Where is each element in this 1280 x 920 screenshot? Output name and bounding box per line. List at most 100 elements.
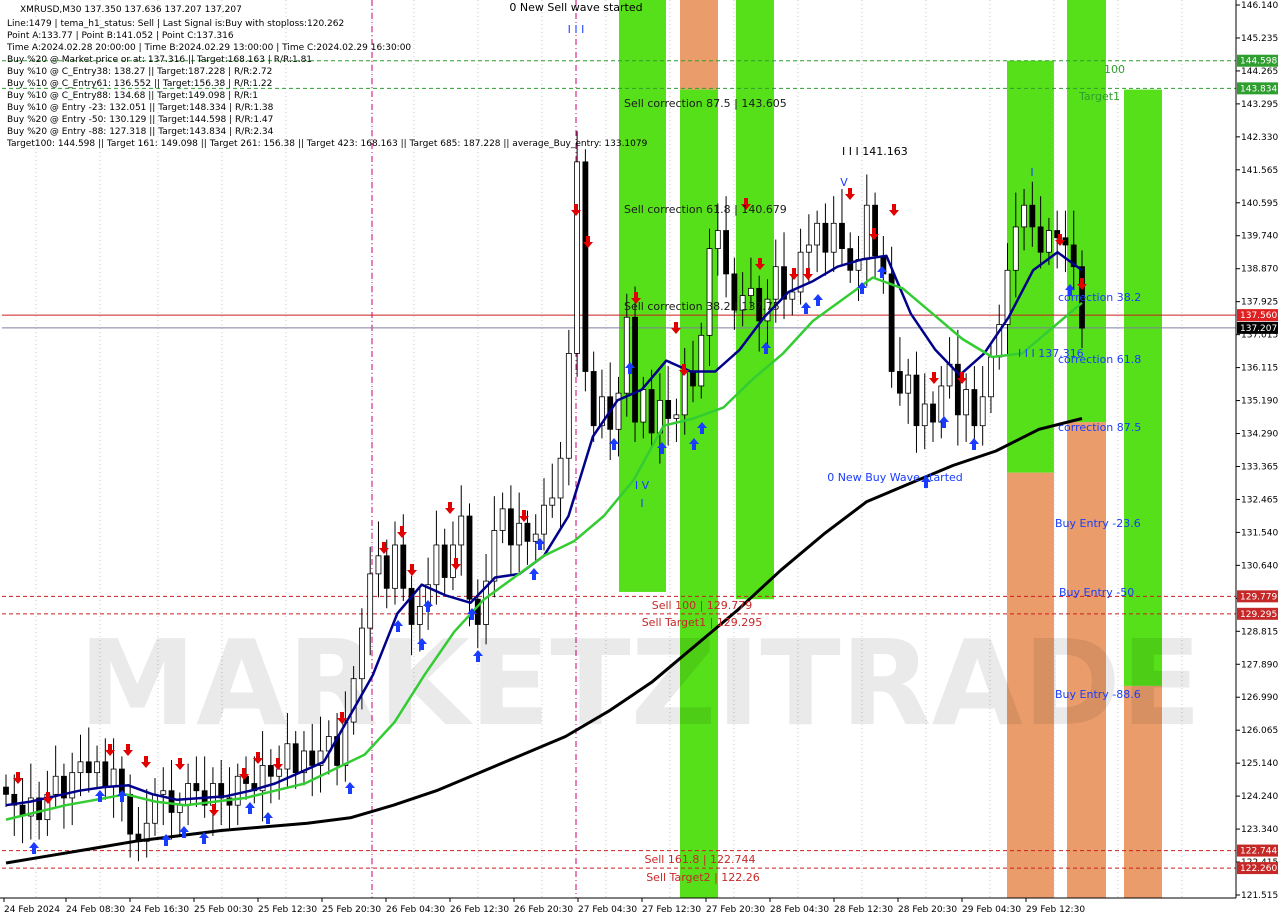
candle-bull <box>458 515 465 546</box>
time-tick-label: 26 Feb 04:30 <box>386 905 445 915</box>
candle-bull <box>499 508 506 531</box>
price-tick-label: 133.365 <box>1241 462 1278 472</box>
info-line: Line:1479 | tema_h1_status: Sell | Last … <box>7 19 344 29</box>
candle-bear <box>822 222 829 253</box>
sell-100-label: Sell 100 | 129.779 <box>652 599 753 612</box>
candle-bear <box>267 765 274 777</box>
candle-bear <box>1037 226 1044 253</box>
price-tick-label: 142.330 <box>1241 133 1278 143</box>
sell-correction-382-label: Sell correction 38.2 | 137.75 <box>624 300 780 313</box>
candle-bull <box>640 389 647 423</box>
price-badge-label: 129.779 <box>1240 592 1277 602</box>
price-tick-label: 144.265 <box>1241 67 1278 77</box>
new-sell-wave-label: 0 New Sell wave started <box>509 1 642 14</box>
sell-arrow-icon <box>209 804 219 816</box>
candle-bull <box>698 334 705 387</box>
candle-bear <box>400 544 407 589</box>
info-line: Buy %10 @ C_Entry88: 134.68 || Target:14… <box>7 91 258 101</box>
price-tick-label: 138.870 <box>1241 265 1278 275</box>
sell-correction-875-label: Sell correction 87.5 | 143.605 <box>624 97 787 110</box>
sell-arrow-icon <box>397 526 407 538</box>
price-tick-label: 127.890 <box>1241 660 1278 670</box>
price-tick-label: 137.925 <box>1241 298 1278 308</box>
time-tick-label: 26 Feb 20:30 <box>514 905 573 915</box>
buy-arrow-icon <box>245 802 255 814</box>
price-tick-label: 123.340 <box>1241 825 1278 835</box>
price-tick-label: 131.540 <box>1241 528 1278 538</box>
candle-bull <box>359 627 365 680</box>
sell-arrow-icon <box>141 756 151 768</box>
candle-bear <box>590 371 597 427</box>
candle-bull <box>748 287 754 296</box>
buy-arrow-icon <box>29 842 39 854</box>
sell-arrow-icon <box>789 268 799 280</box>
price-badge-label: 122.744 <box>1240 847 1277 857</box>
price-chart[interactable]: MARKETZITRADE 0 New Sell wave started I I… <box>0 0 1280 920</box>
sell-correction-618-label: Sell correction 61.8 | 140.679 <box>624 203 787 216</box>
candle-bull <box>350 678 357 723</box>
candle-bull <box>988 356 994 398</box>
buy-entry-88-label: Buy Entry -88.6 <box>1055 688 1141 701</box>
candle-bull <box>392 544 398 589</box>
sell-wave-marker: I I I <box>568 23 585 36</box>
candle-bull <box>433 544 440 586</box>
price-badge-label: 129.295 <box>1240 610 1277 620</box>
info-line: Point A:133.77 | Point B:141.052 | Point… <box>7 31 234 41</box>
time-tick-label: 29 Feb 04:30 <box>962 905 1021 915</box>
sell-arrow-icon <box>445 502 455 514</box>
info-line: Buy %10 @ Entry -23: 132.051 || Target:1… <box>7 103 274 113</box>
time-tick-label: 28 Feb 04:30 <box>770 905 829 915</box>
candle-bull <box>532 533 539 542</box>
candle-bear <box>723 230 729 275</box>
candle-bull <box>77 761 84 774</box>
time-tick-label: 25 Feb 12:30 <box>258 905 317 915</box>
price-axis: 146.140 145.235 144.265 143.295 142.330 141.5… <box>1235 0 1280 920</box>
candle-bear <box>847 248 854 271</box>
info-line: Buy %20 @ Market price or at: 137.316 ||… <box>7 55 312 65</box>
candle-bull <box>234 775 241 806</box>
candle-bull <box>938 385 945 423</box>
buy-arrow-icon <box>801 302 811 314</box>
chart-window: MARKETZITRADE 0 New Sell wave started I I… <box>0 0 1280 920</box>
candle-bear <box>690 371 696 387</box>
candle-bear <box>168 790 175 813</box>
candle-bull <box>681 371 688 416</box>
price-tick-label: 139.740 <box>1241 232 1278 242</box>
correction-618-label: correction 61.8 <box>1058 353 1141 366</box>
ma-layer <box>5 250 1083 865</box>
candle-bear <box>507 508 514 546</box>
candle-bull <box>714 230 721 249</box>
new-buy-wave-label: 0 New Buy Wave started <box>827 471 963 484</box>
candle-bear <box>839 222 845 249</box>
time-tick-label: 25 Feb 20:30 <box>322 905 381 915</box>
candle-bull <box>772 266 779 300</box>
price-tick-label: 124.240 <box>1241 792 1278 802</box>
candle-bear <box>665 399 672 419</box>
buy-arrow-icon <box>345 782 355 794</box>
candle-bull <box>276 768 283 777</box>
candle-bull <box>830 222 837 253</box>
candle-bull <box>1012 226 1019 271</box>
time-tick-label: 25 Feb 00:30 <box>194 905 253 915</box>
buy-arrow-icon <box>969 438 979 450</box>
sell-target2-label: Sell Target2 | 122.26 <box>646 871 760 884</box>
candle-bull <box>69 772 76 799</box>
candle-bull <box>516 522 523 546</box>
candle-bull <box>623 316 630 394</box>
candle-bear <box>193 783 200 792</box>
candle-bull <box>814 222 821 246</box>
candle-bear <box>524 522 531 542</box>
buy-arrow-icon <box>263 812 273 824</box>
time-tick-label: 24 Feb 08:30 <box>66 905 125 915</box>
buy-arrow-icon <box>529 568 539 580</box>
candle-bear <box>913 374 920 427</box>
sell-161-label: Sell 161.8 | 122.744 <box>644 853 755 866</box>
sell-arrow-icon <box>379 542 389 554</box>
price-tick-label: 125.140 <box>1241 759 1278 769</box>
wave-v-marker: V <box>840 176 848 189</box>
time-tick-label: 29 Feb 12:30 <box>1026 905 1085 915</box>
price-tick-label: 128.815 <box>1241 627 1278 637</box>
watermark: MARKETZITRADE <box>79 614 1202 752</box>
candle-bull <box>549 497 556 506</box>
time-axis: 24 Feb 2024 24 Feb 08:30 24 Feb 16:30 25 Fe… <box>0 897 1280 920</box>
